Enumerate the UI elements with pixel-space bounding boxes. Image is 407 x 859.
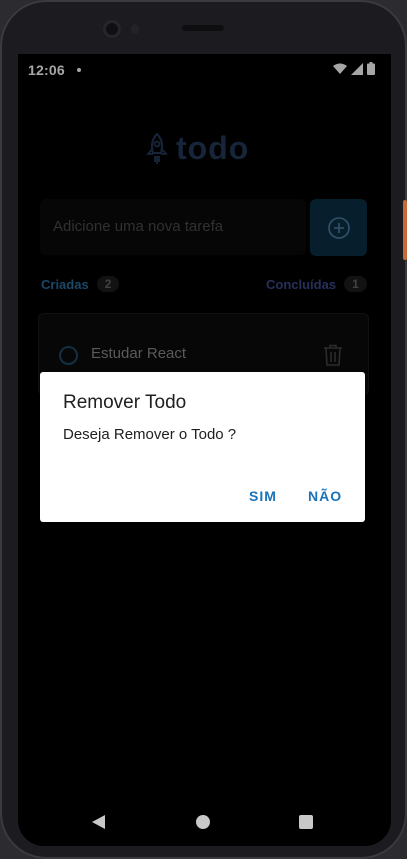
home-icon[interactable] (196, 815, 210, 829)
remove-dialog: Remover Todo Deseja Remover o Todo ? SIM… (40, 372, 365, 522)
power-button[interactable] (403, 200, 407, 260)
recents-icon[interactable] (299, 815, 313, 829)
back-icon[interactable] (92, 815, 105, 829)
dialog-yes-button[interactable]: SIM (249, 488, 277, 504)
earpiece-speaker (182, 25, 224, 31)
system-nav-bar (18, 798, 391, 846)
screen: 12:06 todo Adicione uma nova tarefa Cria… (18, 54, 391, 846)
dialog-message: Deseja Remover o Todo ? (63, 426, 237, 443)
dialog-no-button[interactable]: NÃO (308, 488, 342, 504)
front-camera (103, 20, 121, 38)
phone-top-bezel (0, 0, 407, 54)
proximity-sensor (131, 24, 139, 34)
dialog-title: Remover Todo (63, 392, 187, 413)
phone-frame: 12:06 todo Adicione uma nova tarefa Cria… (0, 0, 407, 859)
